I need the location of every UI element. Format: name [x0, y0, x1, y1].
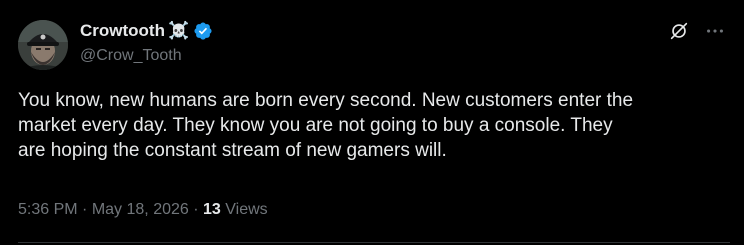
display-name[interactable]: Crowtooth	[80, 20, 165, 42]
tweet-text-line: market every day. They know you are not …	[18, 115, 613, 136]
meta-separator: ·	[82, 201, 88, 218]
avatar[interactable]	[18, 20, 68, 70]
skull-crossbones-icon: ☠️	[167, 21, 190, 40]
meta-separator: ·	[193, 201, 199, 218]
author-name-row[interactable]: Crowtooth ☠️	[80, 20, 213, 42]
tweet-text: You know, new humans are born every seco…	[18, 88, 730, 163]
author-handle[interactable]: @Crow_Tooth	[80, 45, 182, 67]
tweet-meta: 5:36 PM · May 18, 2026 · 13 Views	[18, 199, 268, 221]
tweet-text-line: are hoping the constant stream of new ga…	[18, 140, 447, 161]
views-label: Views	[225, 201, 268, 218]
more-options-icon[interactable]	[704, 20, 726, 42]
tweet-time[interactable]: 5:36 PM	[18, 201, 78, 218]
grok-icon[interactable]	[668, 20, 690, 42]
tweet-text-line: You know, new humans are born every seco…	[18, 90, 634, 111]
tweet-date[interactable]: May 18, 2026	[92, 201, 189, 218]
divider	[18, 242, 730, 243]
views-count[interactable]: 13	[203, 201, 221, 218]
avatar-photo	[18, 20, 68, 70]
verified-badge-icon[interactable]	[193, 21, 213, 41]
tweet-card: Crowtooth ☠️ @Crow_Tooth You know, new h…	[0, 0, 744, 245]
